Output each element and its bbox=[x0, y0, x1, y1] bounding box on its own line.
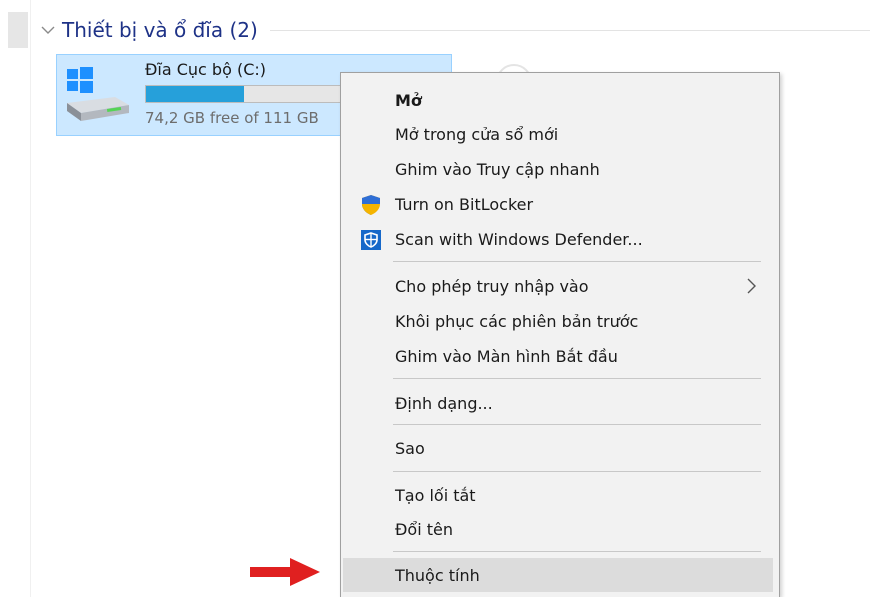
menu-item-pin-start[interactable]: Ghim vào Màn hình Bắt đầu bbox=[343, 339, 773, 373]
menu-item-open[interactable]: Mở bbox=[343, 83, 773, 117]
menu-item-create-shortcut[interactable]: Tạo lối tắt bbox=[343, 478, 773, 512]
scrollbar-stub bbox=[8, 12, 28, 48]
group-divider bbox=[269, 29, 870, 31]
menu-item-label: Định dạng... bbox=[395, 393, 493, 413]
menu-item-properties[interactable]: Thuộc tính bbox=[343, 558, 773, 592]
menu-item-label: Khôi phục các phiên bản trước bbox=[395, 311, 639, 331]
menu-item-label: Scan with Windows Defender... bbox=[395, 229, 643, 249]
menu-item-label: Tạo lối tắt bbox=[395, 485, 476, 505]
menu-item-label: Đổi tên bbox=[395, 519, 453, 539]
menu-item-defender-scan[interactable]: Scan with Windows Defender... bbox=[343, 222, 773, 256]
menu-separator bbox=[393, 551, 761, 552]
menu-item-label: Turn on BitLocker bbox=[395, 194, 534, 214]
drive-name: Đĩa Cục bộ (C:) bbox=[145, 60, 267, 79]
menu-item-label: Cho phép truy nhập vào bbox=[395, 276, 589, 296]
drive-free-space: 74,2 GB free of 111 GB bbox=[145, 109, 319, 127]
defender-icon bbox=[361, 230, 381, 250]
group-header[interactable]: Thiết bị và ổ đĩa (2) bbox=[40, 14, 870, 46]
windows-drive-icon bbox=[67, 67, 129, 121]
menu-item-give-access[interactable]: Cho phép truy nhập vào bbox=[343, 269, 773, 303]
menu-item-pin-quick-access[interactable]: Ghim vào Truy cập nhanh bbox=[343, 152, 773, 186]
menu-item-label: Mở bbox=[395, 90, 422, 110]
menu-separator bbox=[393, 424, 761, 425]
group-title: Thiết bị và ổ đĩa (2) bbox=[62, 18, 258, 42]
menu-separator bbox=[393, 261, 761, 262]
menu-item-restore-versions[interactable]: Khôi phục các phiên bản trước bbox=[343, 304, 773, 338]
context-menu: Mở Mở trong cửa sổ mới Ghim vào Truy cập… bbox=[340, 72, 780, 597]
menu-item-rename[interactable]: Đổi tên bbox=[343, 512, 773, 546]
pane-divider bbox=[30, 0, 31, 597]
menu-item-label: Sao bbox=[395, 438, 425, 458]
menu-item-label: Mở trong cửa sổ mới bbox=[395, 124, 559, 144]
menu-item-copy[interactable]: Sao bbox=[343, 431, 773, 465]
menu-item-open-new-window[interactable]: Mở trong cửa sổ mới bbox=[343, 117, 773, 151]
menu-item-label: Ghim vào Màn hình Bắt đầu bbox=[395, 346, 618, 366]
menu-item-label: Thuộc tính bbox=[395, 565, 480, 585]
drive-usage-fill bbox=[146, 86, 245, 102]
menu-item-bitlocker[interactable]: Turn on BitLocker bbox=[343, 187, 773, 221]
menu-separator bbox=[393, 471, 761, 472]
menu-item-label: Ghim vào Truy cập nhanh bbox=[395, 159, 600, 179]
chevron-down-icon[interactable] bbox=[40, 22, 56, 38]
menu-separator bbox=[393, 378, 761, 379]
chevron-right-icon bbox=[747, 278, 756, 294]
menu-item-format[interactable]: Định dạng... bbox=[343, 386, 773, 420]
bitlocker-shield-icon bbox=[362, 195, 380, 215]
red-arrow-pointer bbox=[250, 558, 320, 586]
